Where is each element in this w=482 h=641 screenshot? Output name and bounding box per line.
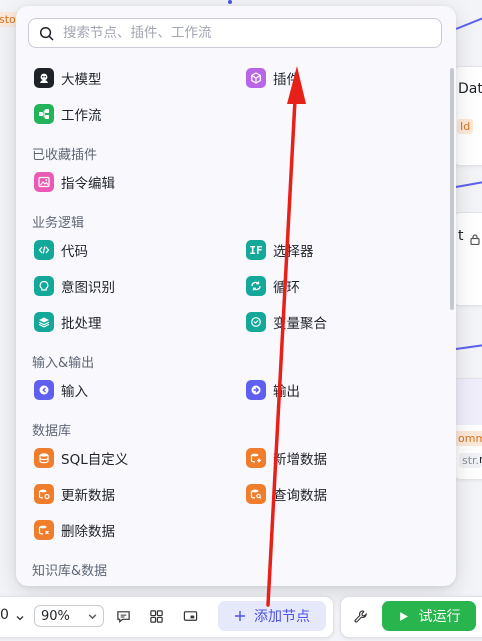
node-item-code[interactable]: 代码 (34, 239, 88, 261)
node-field-tag: Id (457, 119, 474, 134)
search-input[interactable] (61, 24, 441, 42)
node-item-label: 选择器 (273, 244, 314, 260)
node-header-band (453, 379, 482, 425)
node-item-label: 输入 (61, 384, 88, 400)
node-field-tag: omm (455, 431, 482, 446)
canvas-node-card[interactable]: t (452, 212, 482, 306)
chevron-down-icon[interactable] (15, 608, 25, 627)
node-item-label: SQL自定义 (61, 452, 129, 468)
test-run-button[interactable]: 试运行 (382, 601, 476, 631)
node-title-text: t (458, 228, 464, 244)
node-item-label: 查询数据 (273, 488, 327, 504)
pointer-tool-icon[interactable]: 0 (0, 607, 9, 623)
node-palette-popover: 大模型 插件 工作流 已收藏插件 指令编辑 业务逻辑 代码 IF 选择器 意图 (16, 6, 456, 586)
node-item-loop[interactable]: 循环 (246, 275, 300, 297)
node-item-label: 意图识别 (61, 280, 115, 296)
layers-icon (34, 312, 54, 332)
node-item-llm[interactable]: 大模型 (34, 67, 102, 89)
section-title-io: 输入&输出 (32, 356, 95, 371)
node-item-update-data[interactable]: 更新数据 (34, 483, 115, 505)
lock-icon (470, 230, 480, 249)
node-item-instruction-edit[interactable]: 指令编辑 (34, 171, 115, 193)
code-icon (34, 240, 54, 260)
chevron-down-icon (87, 611, 98, 626)
intent-icon (34, 276, 54, 296)
canvas-edge (455, 16, 482, 30)
scrollbar[interactable] (450, 68, 454, 310)
comment-icon[interactable] (114, 607, 132, 625)
wrench-icon[interactable] (351, 607, 369, 625)
node-item-input[interactable]: 输入 (34, 379, 88, 401)
node-item-label: 新增数据 (273, 452, 327, 468)
canvas-node-card[interactable]: Dat Id (452, 66, 482, 166)
node-item-batch[interactable]: 批处理 (34, 311, 102, 333)
node-item-variable-aggregate[interactable]: 变量聚合 (246, 311, 327, 333)
canvas-edge (455, 180, 482, 188)
search-icon (39, 26, 54, 40)
database-icon (34, 448, 54, 468)
section-title-knowledge: 知识库&数据 (32, 564, 108, 579)
canvas-top-connector (228, 0, 232, 4)
node-item-label: 变量聚合 (273, 316, 327, 332)
node-item-label: 输出 (273, 384, 300, 400)
loop-icon (246, 276, 266, 296)
zoom-select[interactable]: 90% (34, 605, 104, 627)
plugin-icon (246, 68, 266, 88)
add-node-label: 添加节点 (254, 609, 310, 625)
input-icon (34, 380, 54, 400)
node-item-label: 更新数据 (61, 488, 115, 504)
node-item-workflow[interactable]: 工作流 (34, 103, 102, 125)
node-item-label: 大模型 (61, 72, 102, 88)
node-item-label: 工作流 (61, 108, 102, 124)
search-box[interactable] (28, 18, 442, 48)
if-icon: IF (246, 240, 266, 260)
node-item-query-data[interactable]: 查询数据 (246, 483, 327, 505)
node-item-insert-data[interactable]: 新增数据 (246, 447, 327, 469)
minimap-icon[interactable] (181, 607, 199, 625)
aggregate-icon (246, 312, 266, 332)
image-edit-icon (34, 172, 54, 192)
canvas-edge (455, 343, 482, 350)
node-item-sql[interactable]: SQL自定义 (34, 447, 128, 469)
node-item-label: 指令编辑 (61, 176, 115, 192)
node-item-label: 循环 (273, 280, 300, 296)
node-item-selector[interactable]: IF 选择器 (246, 239, 314, 261)
node-item-label: 代码 (61, 244, 88, 260)
database-add-icon (246, 448, 266, 468)
test-run-label: 试运行 (418, 609, 461, 625)
node-item-plugin[interactable]: 插件 (246, 67, 300, 89)
add-node-button[interactable]: 添加节点 (218, 601, 326, 631)
section-title-database: 数据库 (32, 424, 72, 439)
section-title-favorites: 已收藏插件 (32, 148, 98, 163)
zoom-value: 90% (41, 608, 70, 624)
canvas-node-card[interactable]: omm str. m (452, 378, 482, 480)
node-item-label: 批处理 (61, 316, 102, 332)
workflow-icon (34, 104, 54, 124)
node-item-intent[interactable]: 意图识别 (34, 275, 115, 297)
database-edit-icon (34, 484, 54, 504)
node-item-delete-data[interactable]: 删除数据 (34, 519, 115, 541)
node-title-text: Dat (458, 81, 482, 97)
layout-grid-icon[interactable] (147, 607, 165, 625)
play-icon (399, 611, 408, 621)
database-search-icon (246, 484, 266, 504)
output-icon (246, 380, 266, 400)
node-item-label: 插件 (273, 72, 300, 88)
llm-icon (34, 68, 54, 88)
section-title-logic: 业务逻辑 (32, 216, 85, 231)
node-item-label: 删除数据 (61, 524, 115, 540)
database-delete-icon (34, 520, 54, 540)
plus-icon (235, 611, 245, 621)
node-item-output[interactable]: 输出 (246, 379, 300, 401)
